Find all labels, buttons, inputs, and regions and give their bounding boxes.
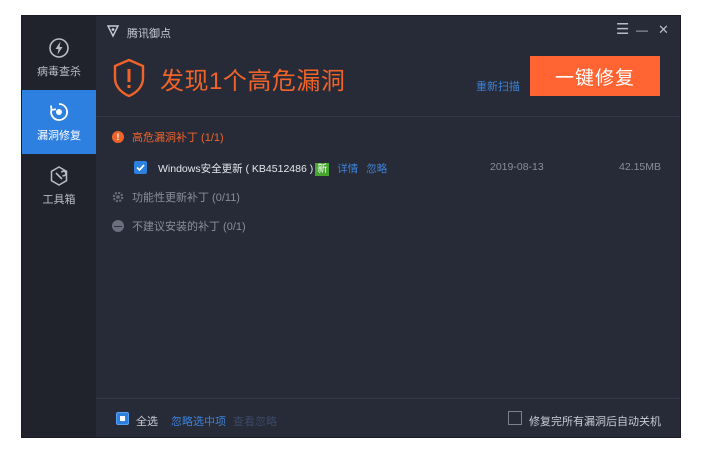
ignore-link[interactable]: 忽略 bbox=[366, 163, 387, 175]
gear-icon bbox=[112, 191, 124, 203]
main-panel: 腾讯御点 ☰ — ✕ 发现1个高危漏洞 重新扫描 一键修复 ! 高危漏洞补丁 (… bbox=[96, 16, 680, 437]
group-not-recommended[interactable]: — 不建议安装的补丁 (0/1) bbox=[112, 217, 246, 235]
select-all-checkbox[interactable] bbox=[116, 412, 129, 425]
warning-icon: ! bbox=[112, 131, 124, 143]
rescan-link[interactable]: 重新扫描 bbox=[476, 78, 520, 94]
new-badge: 新 bbox=[315, 163, 330, 176]
patch-date: 2019-08-13 bbox=[490, 161, 544, 173]
minimize-icon[interactable]: — bbox=[636, 22, 648, 38]
shield-refresh-icon bbox=[50, 103, 68, 121]
group-label: 高危漏洞补丁 (1/1) bbox=[132, 132, 224, 144]
page-title: 发现1个高危漏洞 bbox=[160, 68, 346, 95]
checkbox-indicator bbox=[120, 416, 125, 421]
menu-icon[interactable]: ☰ bbox=[616, 22, 629, 38]
app-title: 腾讯御点 bbox=[127, 28, 171, 40]
app-window: 病毒查杀 漏洞修复 工具箱 腾讯御点 ☰ — ✕ 发现1个高危漏洞 重新扫描 一… bbox=[22, 16, 680, 437]
auto-shutdown-label: 修复完所有漏洞后自动关机 bbox=[529, 416, 661, 428]
shield-warning-icon bbox=[113, 58, 145, 98]
details-link[interactable]: 详情 bbox=[337, 163, 358, 175]
select-all-label: 全选 bbox=[136, 416, 158, 428]
wrench-icon bbox=[50, 166, 68, 186]
bolt-icon bbox=[49, 38, 69, 58]
scan-result-header: 发现1个高危漏洞 重新扫描 一键修复 bbox=[96, 46, 680, 116]
sidebar-item-toolbox[interactable]: 工具箱 bbox=[22, 154, 96, 218]
one-click-fix-button[interactable]: 一键修复 bbox=[530, 56, 660, 96]
sidebar-item-virus-scan[interactable]: 病毒查杀 bbox=[22, 26, 96, 90]
auto-shutdown-checkbox[interactable] bbox=[508, 411, 522, 425]
sidebar-item-label: 病毒查杀 bbox=[37, 66, 81, 78]
group-label: 不建议安装的补丁 (0/1) bbox=[132, 221, 246, 233]
ignore-selected-link[interactable]: 忽略选中项 bbox=[171, 413, 226, 429]
list-item: Windows安全更新 ( KB4512486 ) 新详情 忽略 2019-08-1… bbox=[134, 160, 674, 178]
sidebar-item-label: 工具箱 bbox=[42, 194, 76, 206]
minus-icon: — bbox=[112, 220, 124, 232]
group-functional-updates[interactable]: 功能性更新补丁 (0/11) bbox=[112, 188, 240, 206]
app-logo-icon bbox=[106, 25, 120, 38]
patch-name: Windows安全更新 ( KB4512486 ) bbox=[158, 163, 314, 175]
divider bbox=[96, 116, 680, 117]
sidebar-item-vuln-repair[interactable]: 漏洞修复 bbox=[22, 90, 96, 154]
group-label: 功能性更新补丁 (0/11) bbox=[132, 192, 240, 204]
close-icon[interactable]: ✕ bbox=[658, 22, 669, 38]
sidebar-item-label: 漏洞修复 bbox=[37, 130, 81, 142]
title-bar: 腾讯御点 ☰ — ✕ bbox=[96, 16, 680, 46]
checkmark-icon bbox=[136, 164, 145, 172]
view-ignored-link[interactable]: 查看忽略 bbox=[233, 413, 277, 429]
group-high-risk[interactable]: ! 高危漏洞补丁 (1/1) bbox=[112, 128, 224, 146]
footer-bar: 全选 忽略选中项 查看忽略 修复完所有漏洞后自动关机 bbox=[96, 399, 680, 437]
patch-size: 42.15MB bbox=[619, 161, 662, 173]
patch-checkbox[interactable] bbox=[134, 161, 147, 174]
sidebar: 病毒查杀 漏洞修复 工具箱 bbox=[22, 16, 96, 437]
